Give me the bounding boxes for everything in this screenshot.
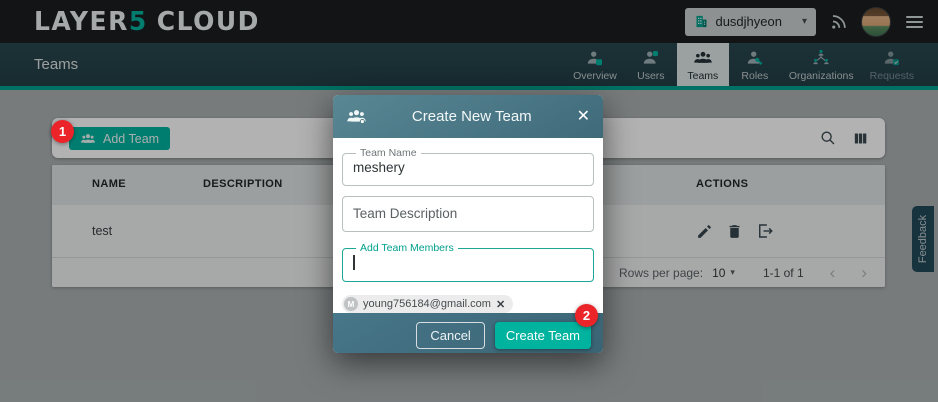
group-settings-icon bbox=[346, 106, 367, 127]
modal-title: Create New Team bbox=[367, 108, 577, 125]
remove-member-icon[interactable]: ✕ bbox=[496, 298, 505, 311]
member-chip[interactable]: M young756184@gmail.com ✕ bbox=[342, 295, 513, 313]
add-team-members-label: Add Team Members bbox=[356, 242, 458, 254]
modal-footer: Cancel Create Team bbox=[333, 313, 603, 353]
text-cursor bbox=[353, 255, 355, 270]
team-description-field[interactable]: Team Description bbox=[342, 196, 594, 232]
team-name-field[interactable]: Team Name meshery bbox=[342, 147, 594, 186]
step-badge-1: 1 bbox=[51, 120, 74, 143]
app-root: LAYER5CLOUD dusdjhyeon ▾ Teams bbox=[0, 0, 938, 402]
modal-header: Create New Team ✕ bbox=[333, 95, 603, 138]
modal-body: Team Name meshery Team Description Add T… bbox=[333, 138, 603, 313]
team-name-label: Team Name bbox=[356, 147, 421, 159]
cancel-button[interactable]: Cancel bbox=[416, 322, 484, 349]
member-email: young756184@gmail.com bbox=[363, 298, 491, 310]
step-badge-2: 2 bbox=[575, 304, 598, 327]
create-team-button[interactable]: Create Team bbox=[495, 322, 591, 349]
create-team-modal: Create New Team ✕ Team Name meshery Team… bbox=[333, 95, 603, 353]
team-name-value: meshery bbox=[353, 159, 583, 179]
close-icon[interactable]: ✕ bbox=[577, 109, 590, 125]
add-team-members-field[interactable]: Add Team Members bbox=[342, 242, 594, 282]
member-avatar: M bbox=[344, 297, 358, 311]
team-description-placeholder: Team Description bbox=[353, 206, 583, 221]
